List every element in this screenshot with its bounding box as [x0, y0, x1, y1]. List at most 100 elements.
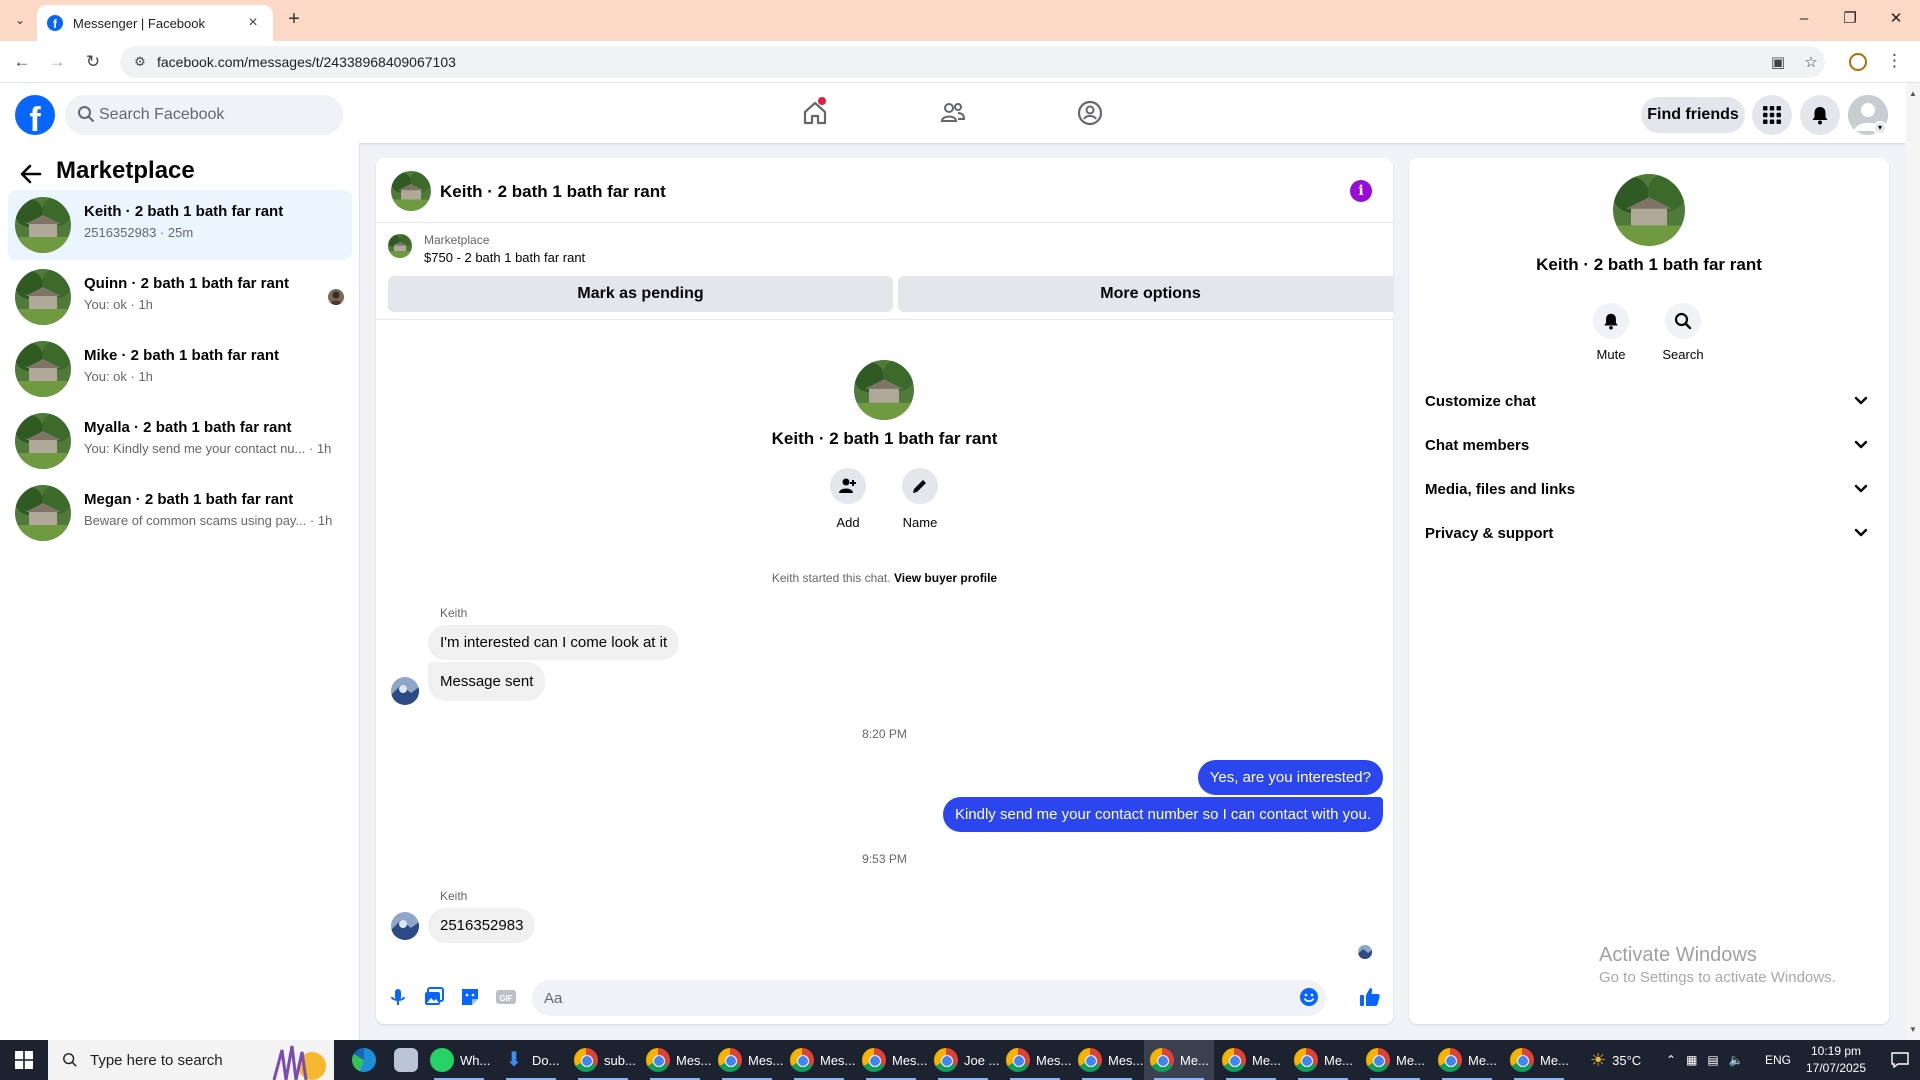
- install-app-icon[interactable]: ▣: [1767, 52, 1789, 74]
- taskbar-app-misc[interactable]: [388, 1040, 428, 1080]
- tab-close-icon[interactable]: ×: [243, 14, 263, 32]
- listing-photo-avatar: [15, 485, 71, 541]
- mark-as-pending-button[interactable]: Mark as pending: [388, 276, 893, 312]
- forward-button[interactable]: →: [45, 50, 69, 74]
- media-files-links-section[interactable]: Media, files and links: [1417, 469, 1881, 509]
- listing-price-title[interactable]: $750 - 2 bath 1 bath far rant: [424, 250, 585, 265]
- customize-chat-section[interactable]: Customize chat: [1417, 381, 1881, 421]
- send-like-button[interactable]: [1358, 985, 1382, 1009]
- conversation-item-megan[interactable]: Megan · 2 bath 1 bath far rant Beware of…: [8, 478, 352, 548]
- restore-window-button[interactable]: ❐: [1838, 8, 1862, 32]
- incoming-message[interactable]: Message sent: [428, 662, 546, 701]
- taskbar-chrome-window[interactable]: Mes...: [1000, 1040, 1071, 1080]
- facebook-search-input[interactable]: [99, 95, 334, 135]
- taskbar-chrome-window[interactable]: Mes...: [784, 1040, 855, 1080]
- minimize-window-button[interactable]: –: [1792, 8, 1816, 32]
- message-input[interactable]: [532, 980, 1326, 1016]
- taskbar-chrome-window[interactable]: Me...: [1288, 1040, 1358, 1080]
- attach-photo-button[interactable]: [422, 985, 446, 1009]
- taskbar-chrome-window[interactable]: Me...: [1216, 1040, 1286, 1080]
- incoming-message[interactable]: 2516352983: [428, 908, 536, 943]
- taskbar-downloads[interactable]: ⬇ Do...: [496, 1040, 566, 1080]
- home-nav-tab[interactable]: [795, 93, 835, 133]
- friends-nav-tab[interactable]: [933, 93, 973, 133]
- taskbar-chrome-window[interactable]: sub...: [568, 1040, 638, 1080]
- svg-text:GIF: GIF: [499, 994, 512, 1003]
- sticker-button[interactable]: [458, 985, 482, 1009]
- action-center-icon[interactable]: [1890, 1050, 1910, 1070]
- outgoing-message[interactable]: Kindly send me your contact number so I …: [942, 797, 1383, 832]
- taskbar-chrome-window[interactable]: Joe ...: [928, 1040, 999, 1080]
- facebook-search[interactable]: [65, 95, 343, 135]
- voice-clip-button[interactable]: [386, 985, 410, 1009]
- bookmark-star-icon[interactable]: ☆: [1800, 52, 1822, 74]
- tray-app-icon[interactable]: ▦: [1686, 1053, 1697, 1067]
- taskbar-app-label: Me...: [1396, 1052, 1425, 1068]
- taskbar-chrome-window[interactable]: Me...: [1360, 1040, 1430, 1080]
- view-buyer-profile-link[interactable]: View buyer profile: [894, 571, 997, 585]
- edit-name-button[interactable]: Name: [880, 468, 960, 530]
- details-avatar[interactable]: [1613, 174, 1685, 246]
- back-arrow-icon[interactable]: [18, 161, 44, 187]
- privacy-support-section[interactable]: Privacy & support: [1417, 513, 1881, 553]
- close-window-button[interactable]: ✕: [1884, 8, 1908, 32]
- chat-title[interactable]: Keith · 2 bath 1 bath far rant: [440, 182, 666, 202]
- weather-widget[interactable]: ☀ 35°C: [1590, 1040, 1641, 1080]
- chat-started-text: Keith started this chat.: [771, 571, 891, 585]
- taskbar-chrome-window[interactable]: Mes...: [1072, 1040, 1143, 1080]
- browser-profile-icon[interactable]: [1849, 53, 1867, 71]
- search-in-conversation-button[interactable]: Search: [1643, 303, 1723, 362]
- chat-members-section[interactable]: Chat members: [1417, 425, 1881, 465]
- more-options-button[interactable]: More options: [898, 276, 1393, 312]
- taskbar-chrome-window-active[interactable]: Me...: [1144, 1040, 1214, 1080]
- show-hidden-icons-chevron-icon[interactable]: ⌃: [1666, 1053, 1676, 1067]
- notifications-button[interactable]: [1800, 95, 1840, 135]
- scroll-up-icon[interactable]: ▲: [1909, 89, 1917, 98]
- incoming-message[interactable]: I'm interested can I come look at it: [428, 625, 680, 660]
- taskbar-chrome-window[interactable]: Mes...: [640, 1040, 711, 1080]
- chat-header-avatar[interactable]: [391, 171, 431, 211]
- conversation-item-quinn[interactable]: Quinn · 2 bath 1 bath far rant You: ok ·…: [8, 262, 352, 332]
- taskbar-clock[interactable]: 10:19 pm 17/07/2025: [1792, 1043, 1880, 1077]
- gif-button[interactable]: GIF: [494, 985, 518, 1009]
- conversation-item-mike[interactable]: Mike · 2 bath 1 bath far rant You: ok · …: [8, 334, 352, 404]
- reload-button[interactable]: ↻: [81, 50, 105, 74]
- taskbar-search-input[interactable]: [90, 1051, 250, 1069]
- pencil-icon: [913, 480, 926, 493]
- new-tab-button[interactable]: +: [282, 8, 306, 32]
- taskbar-app-label: Me...: [1468, 1052, 1497, 1068]
- conversation-item-myalla[interactable]: Myalla · 2 bath 1 bath far rant You: Kin…: [8, 406, 352, 476]
- find-friends-button[interactable]: Find friends: [1641, 97, 1745, 133]
- page-scrollbar[interactable]: ▲ ▼: [1906, 83, 1920, 1040]
- outgoing-message[interactable]: Yes, are you interested?: [1197, 760, 1383, 795]
- conversation-item-keith[interactable]: Keith · 2 bath 1 bath far rant 251635298…: [8, 190, 352, 260]
- listing-thumbnail[interactable]: [388, 234, 412, 258]
- tab-search-chevron-icon[interactable]: ⌄: [8, 8, 32, 32]
- taskbar-whatsapp[interactable]: Wh...: [424, 1040, 494, 1080]
- browser-tab-messenger[interactable]: f Messenger | Facebook ×: [37, 5, 273, 41]
- volume-icon[interactable]: 🔈: [1729, 1053, 1744, 1067]
- conversation-info-icon[interactable]: i: [1350, 180, 1372, 202]
- taskbar-chrome-window[interactable]: Mes...: [856, 1040, 927, 1080]
- taskbar-chrome-window[interactable]: Mes...: [712, 1040, 783, 1080]
- chrome-icon: [1438, 1048, 1462, 1072]
- add-people-button[interactable]: Add: [808, 468, 888, 530]
- account-chevron-down-icon[interactable]: ▾: [1873, 121, 1887, 135]
- start-button[interactable]: [0, 1040, 48, 1080]
- address-bar[interactable]: ⚙ facebook.com/messages/t/24338968409067…: [120, 46, 1825, 78]
- facebook-logo-icon[interactable]: f: [15, 95, 55, 135]
- site-info-icon[interactable]: ⚙: [130, 52, 150, 72]
- mute-button[interactable]: Mute: [1571, 303, 1651, 362]
- groups-nav-tab[interactable]: [1070, 93, 1110, 133]
- taskbar-edge[interactable]: [346, 1040, 386, 1080]
- browser-menu-icon[interactable]: ⋮: [1886, 51, 1903, 71]
- emoji-button[interactable]: [1297, 985, 1321, 1009]
- taskbar-chrome-window[interactable]: Me...: [1432, 1040, 1502, 1080]
- back-button[interactable]: ←: [10, 50, 34, 74]
- network-icon[interactable]: ▤: [1707, 1053, 1718, 1067]
- input-language[interactable]: ENG: [1765, 1040, 1791, 1080]
- scroll-down-icon[interactable]: ▼: [1909, 1025, 1917, 1034]
- menu-button[interactable]: [1752, 95, 1792, 135]
- taskbar-chrome-window[interactable]: Me...: [1504, 1040, 1574, 1080]
- section-label: Privacy & support: [1425, 525, 1554, 542]
